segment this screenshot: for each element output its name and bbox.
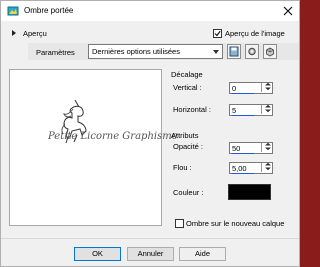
slider-track[interactable] (232, 115, 254, 116)
app-icon (7, 6, 19, 16)
footer-divider (1, 238, 299, 239)
gear-icon (248, 47, 256, 56)
vertical-offset-value: 0 (232, 84, 237, 93)
opacity-value: 50 (232, 144, 241, 153)
close-icon[interactable] (281, 4, 295, 18)
blur-value: 5,00 (232, 164, 247, 173)
reset-preset-button[interactable] (263, 44, 277, 59)
opacity-label: Opacité : (173, 142, 204, 151)
attributes-group-title: Attributs (171, 131, 199, 140)
spin-arrows-icon[interactable] (263, 82, 273, 91)
shadow-color-swatch[interactable] (228, 184, 271, 200)
spin-arrows-icon[interactable] (263, 142, 273, 151)
presets-label: Paramètres (36, 48, 75, 57)
expand-arrow-icon[interactable] (12, 30, 16, 36)
window-title: Ombre portée (24, 6, 74, 15)
slider-track[interactable] (232, 173, 254, 174)
divider (261, 143, 262, 152)
new-layer-checkbox[interactable] (175, 219, 184, 228)
cancel-button[interactable]: Annuler (127, 247, 174, 261)
help-button[interactable]: Aide (179, 247, 226, 261)
dialog-window: Ombre portée Aperçu Aperçu de l'image Pa… (0, 0, 300, 267)
chevron-down-icon (213, 50, 219, 54)
divider (261, 105, 262, 114)
checkmark-icon (214, 30, 221, 37)
blur-label: Flou : (173, 163, 192, 172)
horizontal-offset-value: 5 (232, 106, 237, 115)
vertical-label: Vertical : (173, 83, 202, 92)
spin-arrows-icon[interactable] (263, 162, 273, 171)
spin-arrows-icon[interactable] (263, 104, 273, 113)
slider-track[interactable] (232, 153, 254, 154)
divider (261, 163, 262, 172)
preset-options-button[interactable] (245, 44, 259, 59)
preview-toggle-label[interactable]: Aperçu (23, 29, 47, 38)
signature-text: Petite Licorne Graphisme (48, 131, 178, 142)
reset-icon (266, 47, 274, 57)
offset-group-title: Décalage (171, 70, 203, 79)
preview-on-image-checkbox[interactable] (213, 29, 222, 38)
preview-canvas[interactable]: Petite Licorne Graphisme (9, 69, 178, 226)
slider-track[interactable] (232, 93, 254, 94)
divider (261, 83, 262, 92)
save-icon (229, 46, 239, 57)
presets-dropdown[interactable]: Dernières options utilisées (88, 44, 223, 59)
preview-on-image-label[interactable]: Aperçu de l'image (225, 29, 285, 38)
ok-button[interactable]: OK (74, 247, 121, 261)
horizontal-label: Horizontal : (173, 105, 211, 114)
new-layer-label[interactable]: Ombre sur le nouveau calque (186, 219, 284, 228)
color-label: Couleur : (173, 188, 204, 197)
title-bar: Ombre portée (1, 1, 299, 21)
save-preset-button[interactable] (227, 44, 241, 59)
presets-selected-value: Dernières options utilisées (92, 47, 180, 56)
